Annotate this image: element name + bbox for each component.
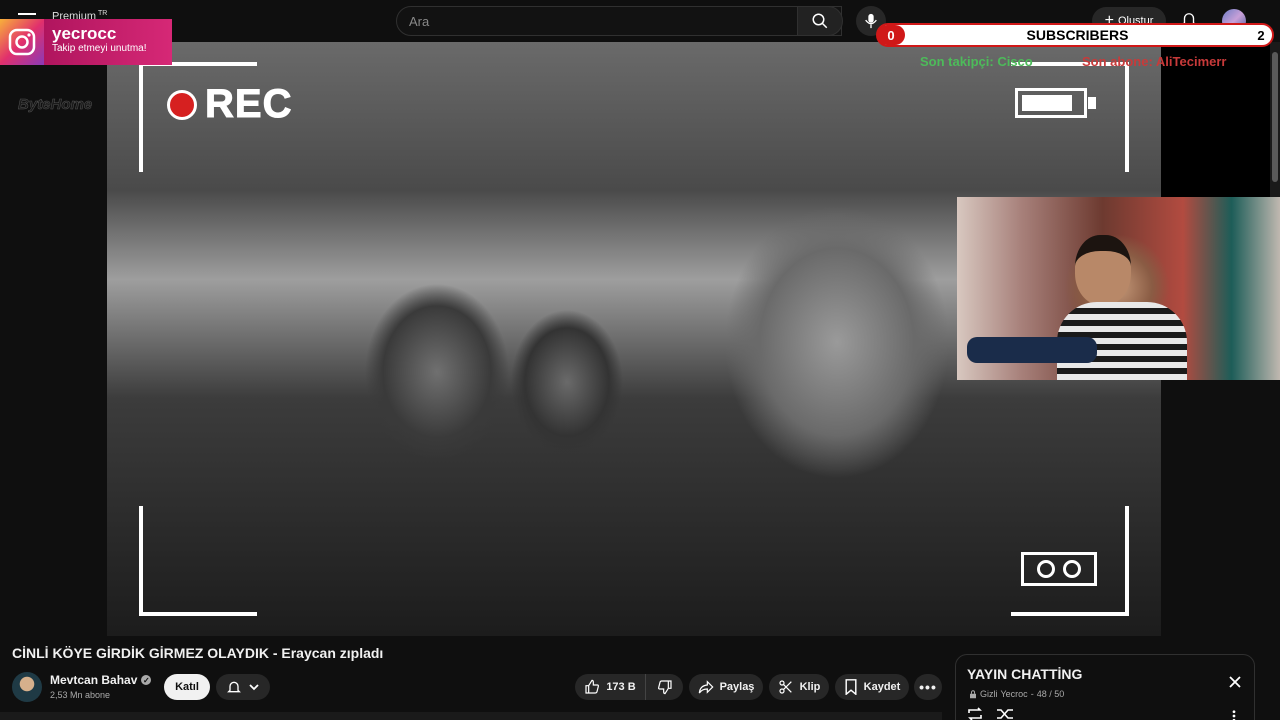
description-box-edge (0, 712, 942, 720)
subscribers-label: SUBSCRIBERS (1026, 27, 1129, 43)
chat-more-button[interactable] (1232, 709, 1236, 720)
channel-avatar[interactable] (12, 672, 42, 702)
bookmark-icon (845, 679, 857, 695)
instagram-subtitle: Takip etmeyi unutma! (52, 43, 147, 54)
chat-title: YAYIN CHATTİNG (967, 666, 1083, 682)
logo-region: TR (98, 10, 108, 17)
chat-visibility: Gizli (980, 689, 998, 699)
search-box (396, 6, 842, 36)
page-scrollbar[interactable] (1270, 42, 1280, 197)
dislike-button[interactable] (645, 674, 683, 700)
microphone-icon (865, 13, 877, 29)
chat-controls (966, 707, 1014, 720)
subscribers-goal-bar: 0 SUBSCRIBERS 2 (876, 23, 1274, 47)
channel-name-link[interactable]: Mevtcan Bahav ✓ (50, 673, 152, 687)
webcam-person (1075, 235, 1131, 305)
last-subscriber-label: Son abone: (1082, 54, 1153, 69)
last-follower: Son takipçi: Cisco (920, 54, 1033, 69)
save-button[interactable]: Kaydet (835, 674, 909, 700)
instagram-overlay: yecrocc Takip etmeyi unutma! (0, 19, 172, 65)
frame-bracket-bottom-left (139, 506, 257, 616)
more-horizontal-icon: ••• (919, 679, 937, 695)
rec-label: REC (204, 82, 293, 127)
subscription-notifications-button[interactable] (216, 674, 270, 700)
close-icon (1229, 676, 1241, 688)
last-follower-label: Son takipçi: (920, 54, 994, 69)
join-button[interactable]: Katıl (164, 674, 210, 700)
watermark-logo: ByteHome (18, 96, 93, 114)
verified-icon: ✓ (141, 675, 152, 685)
channel-subscribers: 2,53 Mn abone (50, 690, 111, 700)
live-chat-panel: YAYIN CHATTİNG Gizli Yecroc - 48 / 50 (955, 654, 1255, 720)
repeat-icon[interactable] (966, 707, 984, 720)
clip-label: Klip (799, 681, 821, 693)
last-subscriber-name: AliTecimerr (1155, 54, 1227, 69)
last-follower-name: Cisco (997, 54, 1033, 69)
scissors-icon (779, 680, 792, 694)
share-label: Paylaş (719, 681, 755, 693)
video-title: CİNLİ KÖYE GİRDİK GİRMEZ OLAYDIK - Erayc… (12, 645, 384, 661)
search-icon (812, 13, 828, 29)
clip-button[interactable]: Klip (769, 674, 829, 700)
search-input[interactable] (397, 7, 797, 35)
subscribers-goal: 2 (1257, 27, 1265, 43)
shuffle-icon[interactable] (996, 707, 1014, 720)
instagram-handle: yecrocc (52, 24, 117, 43)
subscribers-current: 0 (877, 25, 905, 45)
more-vertical-icon (1232, 710, 1236, 720)
like-count: 173 B (606, 681, 636, 693)
chat-subtitle: Gizli Yecroc - 48 / 50 (969, 689, 1064, 699)
thumbs-down-icon (657, 680, 672, 695)
chat-owner: Yecroc (1000, 689, 1028, 699)
battery-icon (1015, 88, 1096, 118)
instagram-icon (0, 19, 44, 65)
more-actions-button[interactable]: ••• (914, 674, 942, 700)
like-button[interactable]: 173 B (575, 674, 645, 700)
channel-name: Mevtcan Bahav (50, 673, 138, 687)
chat-separator: - (1030, 689, 1034, 699)
save-label: Kaydet (863, 681, 901, 693)
instagram-text: yecrocc Takip etmeyi unutma! (44, 19, 172, 65)
last-subscriber: Son abone: AliTecimerr (1082, 54, 1227, 69)
thumbs-up-icon (585, 679, 600, 694)
search-button[interactable] (797, 6, 843, 36)
chevron-down-icon (249, 684, 259, 691)
app-root: PremiumTR + Oluştur REC (0, 0, 1280, 720)
lock-icon (970, 689, 976, 698)
rec-indicator: REC (167, 82, 292, 127)
streamer-webcam (957, 197, 1280, 380)
rec-dot-icon (167, 89, 197, 120)
chat-count: 48 / 50 (1036, 689, 1065, 699)
share-button[interactable]: Paylaş (689, 674, 763, 700)
cassette-icon (1021, 552, 1097, 586)
chat-close-button[interactable] (1228, 675, 1242, 689)
bell-icon (227, 681, 241, 693)
share-icon (698, 680, 714, 694)
webcam-microphone (967, 337, 1097, 363)
